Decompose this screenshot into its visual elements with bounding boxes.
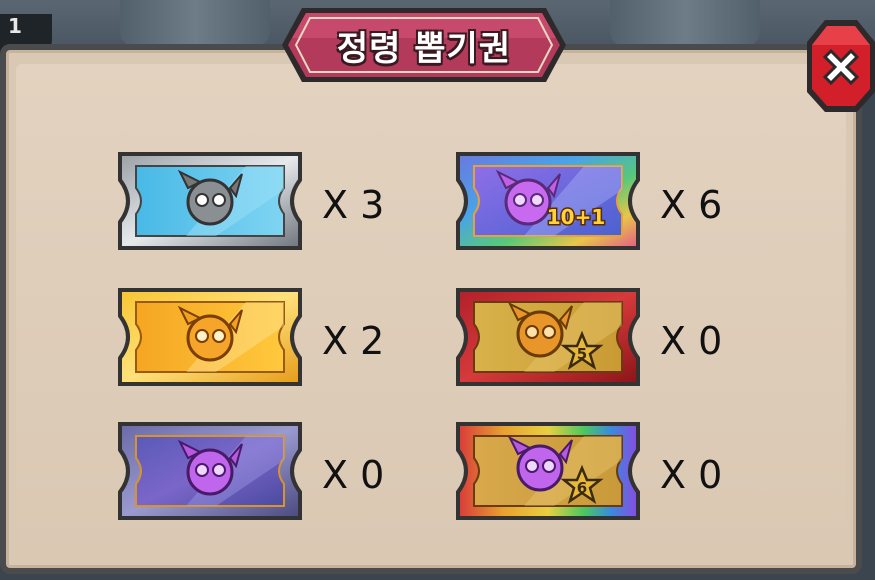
red-5star-ticket[interactable]: 5 (454, 286, 642, 388)
ticket-badge: 5 (577, 345, 587, 363)
rainbow-6star-ticket[interactable]: 6 (454, 420, 642, 522)
gold-ticket[interactable] (116, 286, 304, 388)
title-banner: 정령 뽑기권 (280, 2, 568, 88)
background-pillar (120, 0, 270, 46)
close-button[interactable] (805, 18, 875, 114)
silver-ticket[interactable] (116, 150, 304, 252)
ticket-count: X 0 (322, 453, 385, 497)
ticket-count: X 2 (322, 319, 385, 363)
purple-ticket[interactable] (116, 420, 304, 522)
ticket-count: X 0 (660, 319, 723, 363)
background-pillar (610, 0, 760, 46)
ticket-count: X 3 (322, 183, 385, 227)
ticket-badge: 10+1 (547, 205, 606, 229)
rainbow-10plus1-ticket[interactable]: 10+1 (454, 150, 642, 252)
close-x-icon (807, 20, 875, 112)
ticket-count: X 6 (660, 183, 723, 227)
ticket-count: X 0 (660, 453, 723, 497)
page-title: 정령 뽑기권 (336, 28, 512, 69)
ticket-badge: 6 (577, 479, 587, 497)
